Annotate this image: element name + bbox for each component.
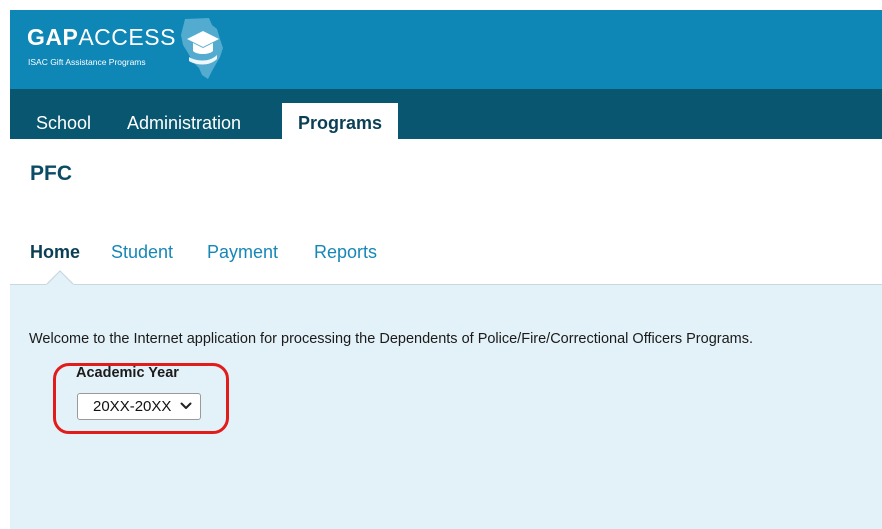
academic-year-highlight <box>53 363 229 434</box>
logo-wordmark: GAPACCESS <box>27 24 176 51</box>
active-tab-pointer <box>46 270 74 286</box>
app-frame: GAPACCESS ISAC Gift Assistance Programs … <box>10 10 882 529</box>
gap-access-logo[interactable]: GAPACCESS ISAC Gift Assistance Programs <box>27 18 224 79</box>
tab-payment[interactable]: Payment <box>207 242 278 263</box>
logo-bold-text: GAP <box>27 24 79 50</box>
content-panel: Welcome to the Internet application for … <box>10 284 882 529</box>
illinois-state-cap-icon <box>181 18 223 79</box>
program-subtabs: Home Student Payment Reports <box>10 236 882 284</box>
tab-student[interactable]: Student <box>111 242 173 263</box>
top-navigation: School Administration Programs <box>10 89 882 139</box>
logo-light-text: ACCESS <box>78 24 176 50</box>
tab-reports[interactable]: Reports <box>314 242 377 263</box>
page-title: PFC <box>30 162 72 185</box>
tab-home[interactable]: Home <box>30 242 80 263</box>
topnav-administration[interactable]: Administration <box>127 89 241 139</box>
app-header: GAPACCESS ISAC Gift Assistance Programs <box>10 10 882 89</box>
topnav-school[interactable]: School <box>36 89 91 139</box>
topnav-programs[interactable]: Programs <box>282 103 399 139</box>
logo-subtitle: ISAC Gift Assistance Programs <box>28 57 146 67</box>
welcome-text: Welcome to the Internet application for … <box>29 331 754 347</box>
